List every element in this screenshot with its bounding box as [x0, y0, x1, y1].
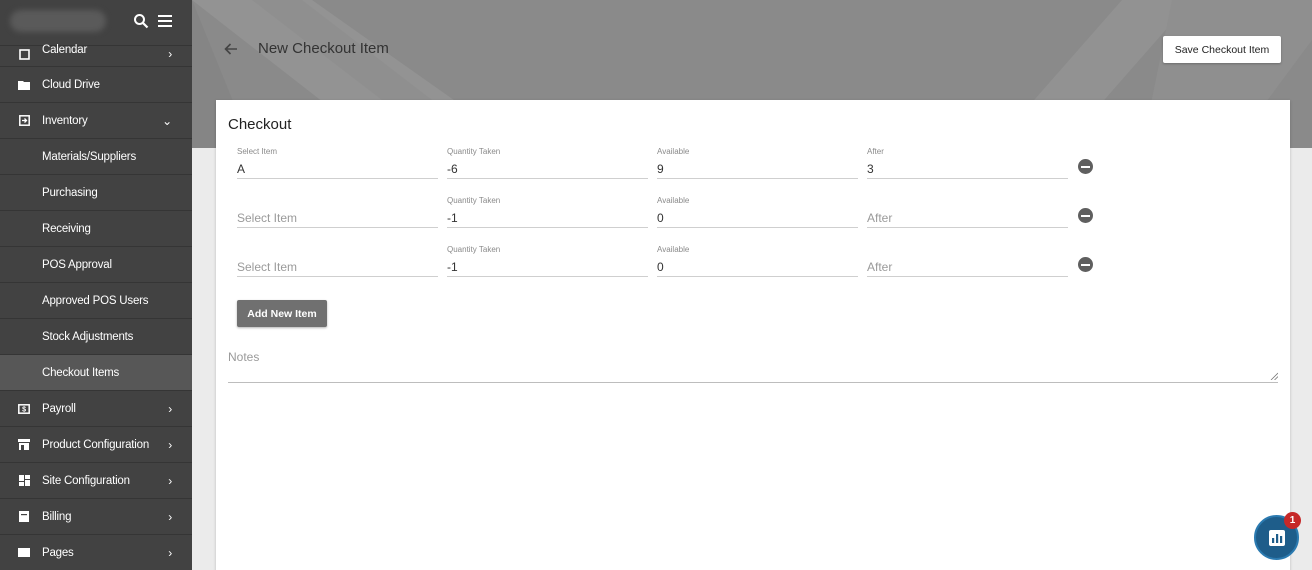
sidebar-item-site-configuration[interactable]: Site Configuration › [0, 463, 192, 499]
svg-text:$: $ [22, 406, 26, 413]
add-new-item-button[interactable]: Add New Item [237, 300, 327, 327]
chevron-right-icon: › [168, 437, 172, 452]
chevron-right-icon: › [168, 401, 172, 416]
save-checkout-item-button[interactable]: Save Checkout Item [1163, 36, 1281, 63]
field-value: -1 [447, 211, 458, 225]
sidebar-item-materials-suppliers[interactable]: Materials/Suppliers [0, 139, 192, 175]
sidebar-item-product-configuration[interactable]: Product Configuration › [0, 427, 192, 463]
sidebar-item-label: Cloud Drive [42, 78, 100, 91]
folder-icon [18, 79, 30, 91]
field-placeholder: Select Item [237, 211, 298, 225]
sidebar-header [0, 0, 192, 46]
select-item-field[interactable]: Select Item [237, 245, 438, 277]
field-value: 0 [657, 211, 664, 225]
field-placeholder: Select Item [237, 260, 298, 274]
after-field: After 3 [867, 147, 1068, 179]
sidebar-item-label: POS Approval [42, 258, 112, 271]
analytics-widget-button[interactable]: 1 [1254, 512, 1301, 560]
select-item-field[interactable]: Select Item [237, 196, 438, 228]
chevron-right-icon: › [168, 545, 172, 560]
page-title: New Checkout Item [258, 40, 389, 57]
after-field: After [867, 245, 1068, 277]
field-value: 0 [657, 260, 664, 274]
sidebar-item-receiving[interactable]: Receiving [0, 211, 192, 247]
field-value: 9 [657, 162, 664, 176]
sidebar-item-label: Stock Adjustments [42, 330, 134, 343]
field-label: Available [657, 196, 690, 205]
notes-placeholder: Notes [228, 350, 260, 364]
sidebar-item-approved-pos-users[interactable]: Approved POS Users [0, 283, 192, 319]
payroll-icon: $ [18, 403, 30, 415]
pages-icon [18, 547, 30, 559]
calendar-icon [18, 48, 30, 60]
sidebar-item-pos-approval[interactable]: POS Approval [0, 247, 192, 283]
sidebar-item-label: Receiving [42, 222, 91, 235]
billing-icon [18, 511, 30, 523]
search-icon[interactable] [133, 13, 149, 29]
sidebar-item-label: Product Configuration [42, 438, 150, 451]
after-field: After [867, 196, 1068, 228]
sidebar-item-label: Payroll [42, 402, 76, 415]
resize-grip-icon[interactable] [1270, 372, 1278, 380]
chevron-right-icon: › [168, 473, 172, 488]
field-value: -6 [447, 162, 458, 176]
sidebar-item-label: Approved POS Users [42, 294, 149, 307]
sidebar-item-checkout-items[interactable]: Checkout Items [0, 355, 192, 391]
sidebar: Calendar › Cloud Drive Inventory ⌄ Mater… [0, 0, 192, 570]
sidebar-item-payroll[interactable]: $ Payroll › [0, 391, 192, 427]
sidebar-item-inventory[interactable]: Inventory ⌄ [0, 103, 192, 139]
field-label: After [867, 147, 884, 156]
quantity-taken-field[interactable]: Quantity Taken -1 [447, 196, 648, 228]
sidebar-item-stock-adjustments[interactable]: Stock Adjustments [0, 319, 192, 355]
field-label: Select Item [237, 147, 278, 156]
sidebar-item-label: Billing [42, 510, 72, 523]
back-arrow-icon[interactable] [222, 40, 240, 58]
chevron-right-icon: › [168, 509, 172, 524]
sidebar-item-label: Purchasing [42, 186, 98, 199]
field-value: -1 [447, 260, 458, 274]
field-placeholder: After [867, 211, 893, 225]
remove-row-icon[interactable] [1078, 257, 1093, 272]
chevron-right-icon: › [168, 47, 172, 61]
sidebar-item-purchasing[interactable]: Purchasing [0, 175, 192, 211]
field-label: Available [657, 245, 690, 254]
store-icon [18, 439, 30, 451]
card-title: Checkout [228, 116, 292, 133]
sidebar-item-label: Materials/Suppliers [42, 150, 136, 163]
available-field: Available 0 [657, 245, 858, 277]
menu-icon[interactable] [157, 14, 173, 28]
field-label: Available [657, 147, 690, 156]
quantity-taken-field[interactable]: Quantity Taken -6 [447, 147, 648, 179]
sidebar-item-pages[interactable]: Pages › [0, 535, 192, 570]
sidebar-item-billing[interactable]: Billing › [0, 499, 192, 535]
notification-badge: 1 [1284, 512, 1301, 529]
sidebar-item-calendar[interactable]: Calendar › [0, 44, 192, 67]
sidebar-item-label: Pages [42, 546, 74, 559]
select-item-field[interactable]: Select Item A [237, 147, 438, 179]
available-field: Available 9 [657, 147, 858, 179]
sidebar-item-label: Inventory [42, 114, 88, 127]
available-field: Available 0 [657, 196, 858, 228]
sidebar-item-label: Calendar [42, 44, 88, 56]
notes-textarea[interactable]: Notes [228, 348, 1278, 383]
dashboard-icon [18, 475, 30, 487]
field-placeholder: After [867, 260, 893, 274]
field-label: Quantity Taken [447, 245, 501, 254]
field-label: Quantity Taken [447, 147, 501, 156]
field-value: 3 [867, 162, 874, 176]
quantity-taken-field[interactable]: Quantity Taken -1 [447, 245, 648, 277]
sidebar-item-cloud-drive[interactable]: Cloud Drive [0, 67, 192, 103]
remove-row-icon[interactable] [1078, 159, 1093, 174]
sidebar-item-label: Checkout Items [42, 366, 120, 379]
logo [10, 10, 106, 32]
chevron-down-icon: ⌄ [162, 113, 172, 128]
checkout-card: Checkout Select Item A Quantity Taken -6… [216, 100, 1290, 570]
remove-row-icon[interactable] [1078, 208, 1093, 223]
sidebar-item-label: Site Configuration [42, 474, 130, 487]
field-value: A [237, 162, 246, 176]
field-label: Quantity Taken [447, 196, 501, 205]
bar-chart-icon [1269, 530, 1285, 546]
inventory-icon [18, 115, 30, 127]
